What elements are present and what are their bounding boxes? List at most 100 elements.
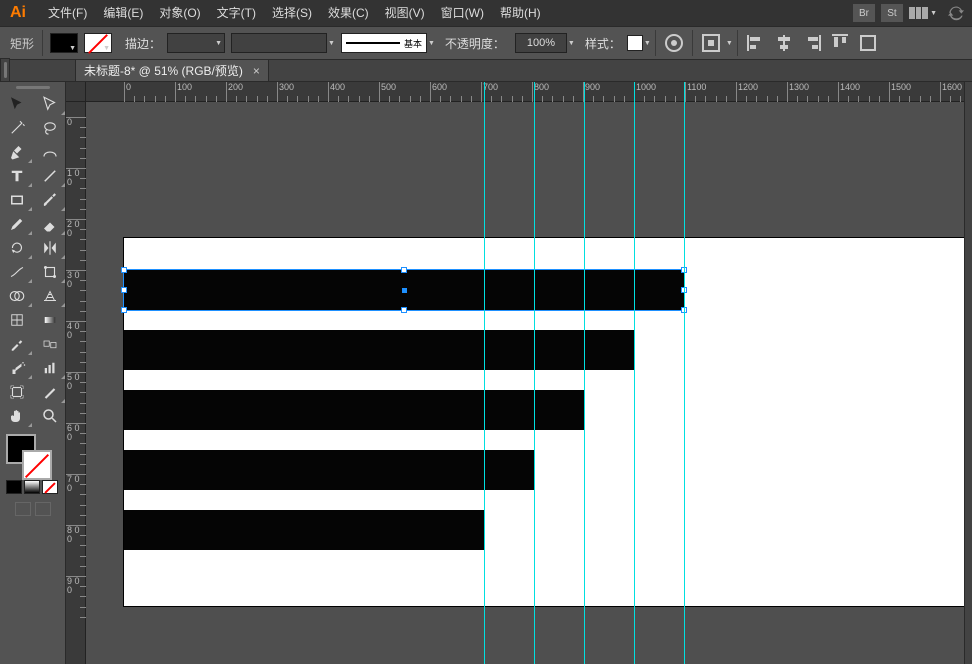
free-transform-tool[interactable] (33, 260, 66, 284)
rectangle-shape[interactable] (124, 390, 584, 430)
arrange-documents-button[interactable]: ▼ (909, 4, 937, 22)
ruler-tick-label: 700 (483, 82, 498, 92)
selection-handle[interactable] (121, 267, 127, 273)
ruler-tick-label: 600 (432, 82, 447, 92)
eyedropper-tool[interactable] (0, 332, 33, 356)
bridge-button[interactable]: Br (853, 4, 875, 22)
document-tab-title: 未标题-8* @ 51% (RGB/预览) (84, 62, 243, 79)
toolbox-grip[interactable] (0, 82, 65, 92)
canvas[interactable]: 0100200300400500600700800900100011001200… (66, 82, 964, 664)
menu-type[interactable]: 文字(T) (209, 0, 264, 26)
hand-tool[interactable] (0, 404, 33, 428)
screen-mode-button[interactable] (35, 502, 51, 516)
lasso-tool[interactable] (33, 116, 66, 140)
zoom-tool[interactable] (33, 404, 66, 428)
menu-effect[interactable]: 效果(C) (320, 0, 377, 26)
ruler-tick-label: 0 (126, 82, 131, 92)
close-icon[interactable]: × (253, 64, 260, 78)
color-mode-gradient[interactable] (24, 480, 40, 494)
chevron-down-icon: ▼ (428, 40, 435, 47)
reflect-tool[interactable] (33, 236, 66, 260)
color-mode-solid[interactable] (6, 480, 22, 494)
menu-file[interactable]: 文件(F) (40, 0, 95, 26)
menu-view[interactable]: 视图(V) (377, 0, 433, 26)
transform-button[interactable] (856, 32, 880, 54)
guide-vertical[interactable] (534, 82, 535, 664)
document-tab[interactable]: 未标题-8* @ 51% (RGB/预览) × (75, 59, 269, 81)
shape-builder-tool[interactable] (0, 284, 33, 308)
guide-vertical[interactable] (634, 82, 635, 664)
variable-width-profile[interactable] (231, 33, 327, 53)
ruler-tick-label: 400 (330, 82, 345, 92)
blend-tool[interactable] (33, 332, 66, 356)
menu-window[interactable]: 窗口(W) (433, 0, 492, 26)
align-top-button[interactable] (828, 32, 852, 54)
selection-handle[interactable] (401, 307, 407, 313)
screen-mode-button[interactable] (15, 502, 31, 516)
stroke-weight-input[interactable]: ▼ (167, 33, 225, 53)
ruler-tick-label: 200 (228, 82, 243, 92)
line-segment-tool[interactable] (33, 164, 66, 188)
paintbrush-tool[interactable] (33, 188, 66, 212)
style-label: 样式： (585, 35, 621, 52)
fill-color-swatch[interactable]: ▼ (50, 33, 78, 53)
align-to-button[interactable] (699, 32, 723, 54)
selection-handle[interactable] (401, 267, 407, 273)
align-left-button[interactable] (744, 32, 768, 54)
selection-handle[interactable] (121, 287, 127, 293)
rectangle-shape[interactable] (124, 330, 634, 370)
rotate-tool[interactable] (0, 236, 33, 260)
gradient-tool[interactable] (33, 308, 66, 332)
recolor-artwork-button[interactable] (662, 32, 686, 54)
align-hcenter-button[interactable] (772, 32, 796, 54)
menu-help[interactable]: 帮助(H) (492, 0, 549, 26)
direct-selection-tool[interactable] (33, 92, 66, 116)
panel-grip[interactable] (0, 58, 10, 82)
ruler-horizontal[interactable]: 0100200300400500600700800900100011001200… (86, 82, 964, 102)
menu-object[interactable]: 对象(O) (151, 0, 208, 26)
ruler-vertical[interactable]: 01 0 02 0 03 0 04 0 05 0 06 0 07 0 08 0 … (66, 102, 86, 664)
fill-stroke-indicator[interactable] (0, 428, 66, 478)
menu-select[interactable]: 选择(S) (264, 0, 320, 26)
right-dock-collapsed[interactable] (964, 82, 972, 664)
pen-tool[interactable] (0, 140, 33, 164)
graphic-style-swatch[interactable] (627, 35, 643, 51)
pencil-tool[interactable] (0, 212, 33, 236)
selection-tool[interactable] (0, 92, 33, 116)
center-point[interactable] (402, 288, 407, 293)
chevron-down-icon: ▼ (930, 10, 937, 17)
chevron-down-icon: ▼ (103, 45, 110, 52)
mesh-tool[interactable] (0, 308, 33, 332)
magic-wand-tool[interactable] (0, 116, 33, 140)
guide-vertical[interactable] (484, 82, 485, 664)
selection-handle[interactable] (121, 307, 127, 313)
stock-button[interactable]: St (881, 4, 903, 22)
align-right-button[interactable] (800, 32, 824, 54)
rectangle-shape[interactable] (124, 510, 484, 550)
eraser-tool[interactable] (33, 212, 66, 236)
perspective-grid-tool[interactable] (33, 284, 66, 308)
opacity-input[interactable]: 100% (515, 33, 567, 53)
color-mode-none[interactable] (42, 480, 58, 494)
opacity-label: 不透明度： (445, 35, 505, 52)
ruler-origin[interactable] (66, 82, 86, 102)
workspace: 0100200300400500600700800900100011001200… (0, 82, 972, 664)
app-logo: Ai (6, 3, 30, 23)
stroke-color-swatch[interactable]: ▼ (84, 33, 112, 53)
width-tool[interactable] (0, 260, 33, 284)
column-graph-tool[interactable] (33, 356, 66, 380)
guide-vertical[interactable] (684, 82, 685, 664)
curvature-tool[interactable] (33, 140, 66, 164)
menu-edit[interactable]: 编辑(E) (95, 0, 151, 26)
rectangle-tool[interactable] (0, 188, 33, 212)
brush-definition[interactable]: 基本 (341, 33, 427, 53)
guide-vertical[interactable] (584, 82, 585, 664)
artboard-tool[interactable] (0, 380, 33, 404)
rectangle-shape[interactable] (124, 450, 534, 490)
type-tool[interactable] (0, 164, 33, 188)
menubar: Ai 文件(F) 编辑(E) 对象(O) 文字(T) 选择(S) 效果(C) 视… (0, 0, 972, 26)
slice-tool[interactable] (33, 380, 66, 404)
symbol-sprayer-tool[interactable] (0, 356, 33, 380)
sync-settings-icon[interactable] (946, 4, 966, 22)
stroke-swatch[interactable] (22, 450, 52, 480)
